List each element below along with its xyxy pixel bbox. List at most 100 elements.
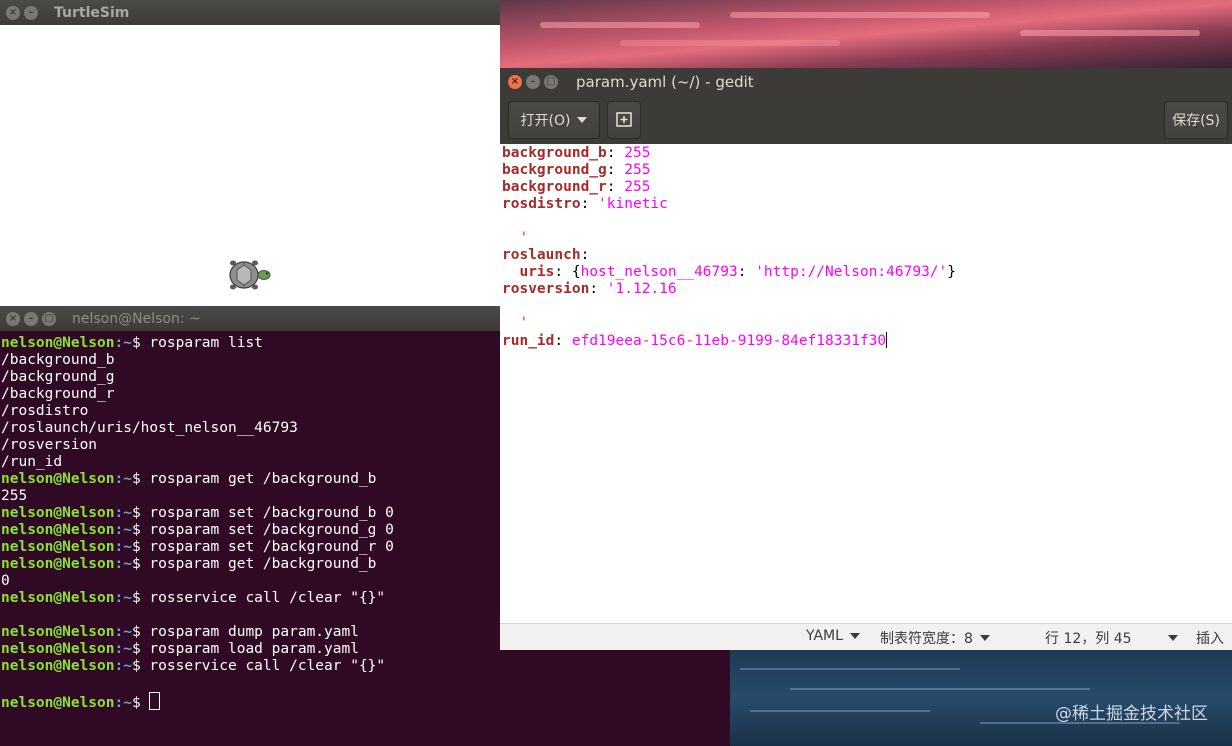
cursor-position[interactable]: 行 12，列 45 bbox=[1045, 628, 1178, 648]
command-text: $ rosparam dump param.yaml bbox=[131, 624, 359, 640]
language-selector[interactable]: YAML bbox=[806, 628, 860, 644]
yaml-value: '1.12.16 bbox=[606, 281, 677, 297]
turtle-icon bbox=[229, 260, 271, 290]
prompt-user: nelson@Nelson bbox=[1, 641, 115, 657]
yaml-value: 255 bbox=[624, 162, 651, 178]
yaml-key: uris bbox=[519, 264, 555, 280]
prompt-path: :~ bbox=[114, 624, 132, 640]
output-text: /run_id bbox=[1, 454, 63, 470]
terminal-line: nelson@Nelson:~$ rosservice call /clear … bbox=[1, 658, 730, 675]
output-text: 0 bbox=[1, 573, 10, 589]
insert-mode[interactable]: 插入 bbox=[1196, 628, 1224, 648]
prompt-user: nelson@Nelson bbox=[1, 522, 115, 538]
close-icon[interactable]: × bbox=[6, 311, 20, 326]
yaml-punct: : bbox=[580, 247, 590, 263]
new-document-icon bbox=[616, 112, 632, 127]
prompt-path: :~ bbox=[114, 658, 132, 674]
prompt-user: nelson@Nelson bbox=[1, 505, 115, 521]
cursor-position-label: 行 12，列 45 bbox=[1045, 631, 1132, 647]
prompt-path: :~ bbox=[114, 505, 132, 521]
desktop-wallpaper-bottom: @稀土掘金技术社区 bbox=[730, 650, 1232, 746]
command-text: $ rosparam set /background_b 0 bbox=[131, 505, 394, 521]
open-button-label: 打开(O) bbox=[520, 113, 571, 129]
prompt-path: :~ bbox=[114, 539, 132, 555]
terminal-line: nelson@Nelson:~$ bbox=[1, 692, 730, 711]
open-button[interactable]: 打开(O) bbox=[508, 101, 600, 139]
editor-line: ' bbox=[502, 315, 1232, 332]
terminal-cursor bbox=[149, 692, 161, 710]
yaml-punct: } bbox=[947, 264, 956, 280]
command-text: $ rosparam set /background_g 0 bbox=[131, 522, 394, 538]
maximize-icon[interactable]: □ bbox=[42, 311, 56, 326]
editor-line: background_b: 255 bbox=[502, 145, 1232, 162]
tab-width-selector[interactable]: 制表符宽度：8 bbox=[880, 628, 990, 648]
prompt-path: :~ bbox=[114, 556, 132, 572]
insert-mode-label: 插入 bbox=[1196, 631, 1224, 647]
desktop-wallpaper-top bbox=[500, 0, 1232, 70]
text-caret bbox=[886, 332, 888, 348]
yaml-key: run_id bbox=[502, 333, 555, 349]
minimize-icon[interactable]: – bbox=[24, 311, 38, 326]
chevron-down-icon bbox=[849, 633, 860, 639]
prompt-user: nelson@Nelson bbox=[1, 539, 115, 555]
output-text: /roslaunch/uris/host_nelson__46793 bbox=[1, 420, 298, 436]
prompt-user: nelson@Nelson bbox=[1, 471, 115, 487]
command-text: $ rosparam get /background_b bbox=[131, 471, 377, 487]
save-button[interactable]: 保存(S) bbox=[1164, 101, 1228, 139]
turtlesim-canvas bbox=[0, 25, 500, 306]
yaml-value: efd19eea-15c6-11eb-9199-84ef18331f30 bbox=[571, 333, 887, 349]
command-text: $ rosparam get /background_b bbox=[131, 556, 377, 572]
yaml-punct: : bbox=[606, 145, 625, 161]
window-title: param.yaml (~/) - gedit bbox=[576, 73, 754, 91]
minimize-icon[interactable]: – bbox=[526, 75, 540, 89]
editor-line: run_id: efd19eea-15c6-11eb-9199-84ef1833… bbox=[502, 332, 1232, 349]
yaml-value: host_nelson__46793 bbox=[580, 264, 738, 280]
new-tab-button[interactable] bbox=[607, 101, 641, 139]
prompt-user: nelson@Nelson bbox=[1, 695, 115, 711]
editor-line: ' bbox=[502, 230, 1232, 247]
prompt-path: :~ bbox=[114, 522, 132, 538]
minimize-icon[interactable]: – bbox=[24, 5, 38, 20]
yaml-key: rosdistro bbox=[502, 196, 581, 212]
prompt-user: nelson@Nelson bbox=[1, 658, 115, 674]
command-text: $ rosservice call /clear "{}" bbox=[131, 658, 386, 674]
yaml-value: 'http://Nelson:46793/' bbox=[755, 264, 948, 280]
yaml-punct: : bbox=[606, 162, 625, 178]
yaml-key: rosversion bbox=[502, 281, 590, 297]
gedit-titlebar[interactable]: × – □ param.yaml (~/) - gedit bbox=[500, 68, 1232, 96]
editor-line: rosversion: '1.12.16 bbox=[502, 281, 1232, 298]
yaml-punct: : bbox=[606, 179, 625, 195]
close-icon[interactable]: × bbox=[6, 5, 20, 20]
status-bar: YAML 制表符宽度：8 行 12，列 45 插入 bbox=[500, 623, 1232, 650]
yaml-punct: : { bbox=[554, 264, 581, 280]
editor-line: rosdistro: 'kinetic bbox=[502, 196, 1232, 213]
yaml-punct: : bbox=[589, 281, 607, 297]
save-button-label: 保存(S) bbox=[1172, 113, 1220, 129]
yaml-punct: : bbox=[554, 333, 572, 349]
gedit-window: × – □ param.yaml (~/) - gedit 打开(O) 保存(S… bbox=[500, 68, 1232, 650]
prompt-user: nelson@Nelson bbox=[1, 590, 115, 606]
output-text: /background_r bbox=[1, 386, 115, 402]
command-text: $ rosparam set /background_r 0 bbox=[131, 539, 394, 555]
editor-line: background_g: 255 bbox=[502, 162, 1232, 179]
yaml-value: 'kinetic bbox=[598, 196, 668, 212]
turtlesim-titlebar[interactable]: × – TurtleSim bbox=[0, 0, 500, 25]
maximize-icon[interactable]: □ bbox=[544, 75, 558, 89]
output-text: /rosdistro bbox=[1, 403, 89, 419]
yaml-value: 255 bbox=[624, 179, 651, 195]
prompt-path: :~ bbox=[114, 695, 132, 711]
prompt-user: nelson@Nelson bbox=[1, 556, 115, 572]
gedit-toolbar: 打开(O) 保存(S) bbox=[500, 96, 1232, 145]
yaml-key: background_r bbox=[502, 179, 607, 195]
yaml-key: background_g bbox=[502, 162, 607, 178]
tab-width-label: 制表符宽度：8 bbox=[880, 631, 973, 647]
output-text: /background_b bbox=[1, 352, 115, 368]
close-icon[interactable]: × bbox=[508, 75, 522, 89]
turtlesim-window: × – TurtleSim bbox=[0, 0, 500, 306]
yaml-punct: : bbox=[580, 196, 599, 212]
yaml-value: 255 bbox=[624, 145, 651, 161]
text-editor[interactable]: background_b: 255 background_g: 255 backgr… bbox=[500, 144, 1232, 625]
prompt-user: nelson@Nelson bbox=[1, 335, 115, 351]
